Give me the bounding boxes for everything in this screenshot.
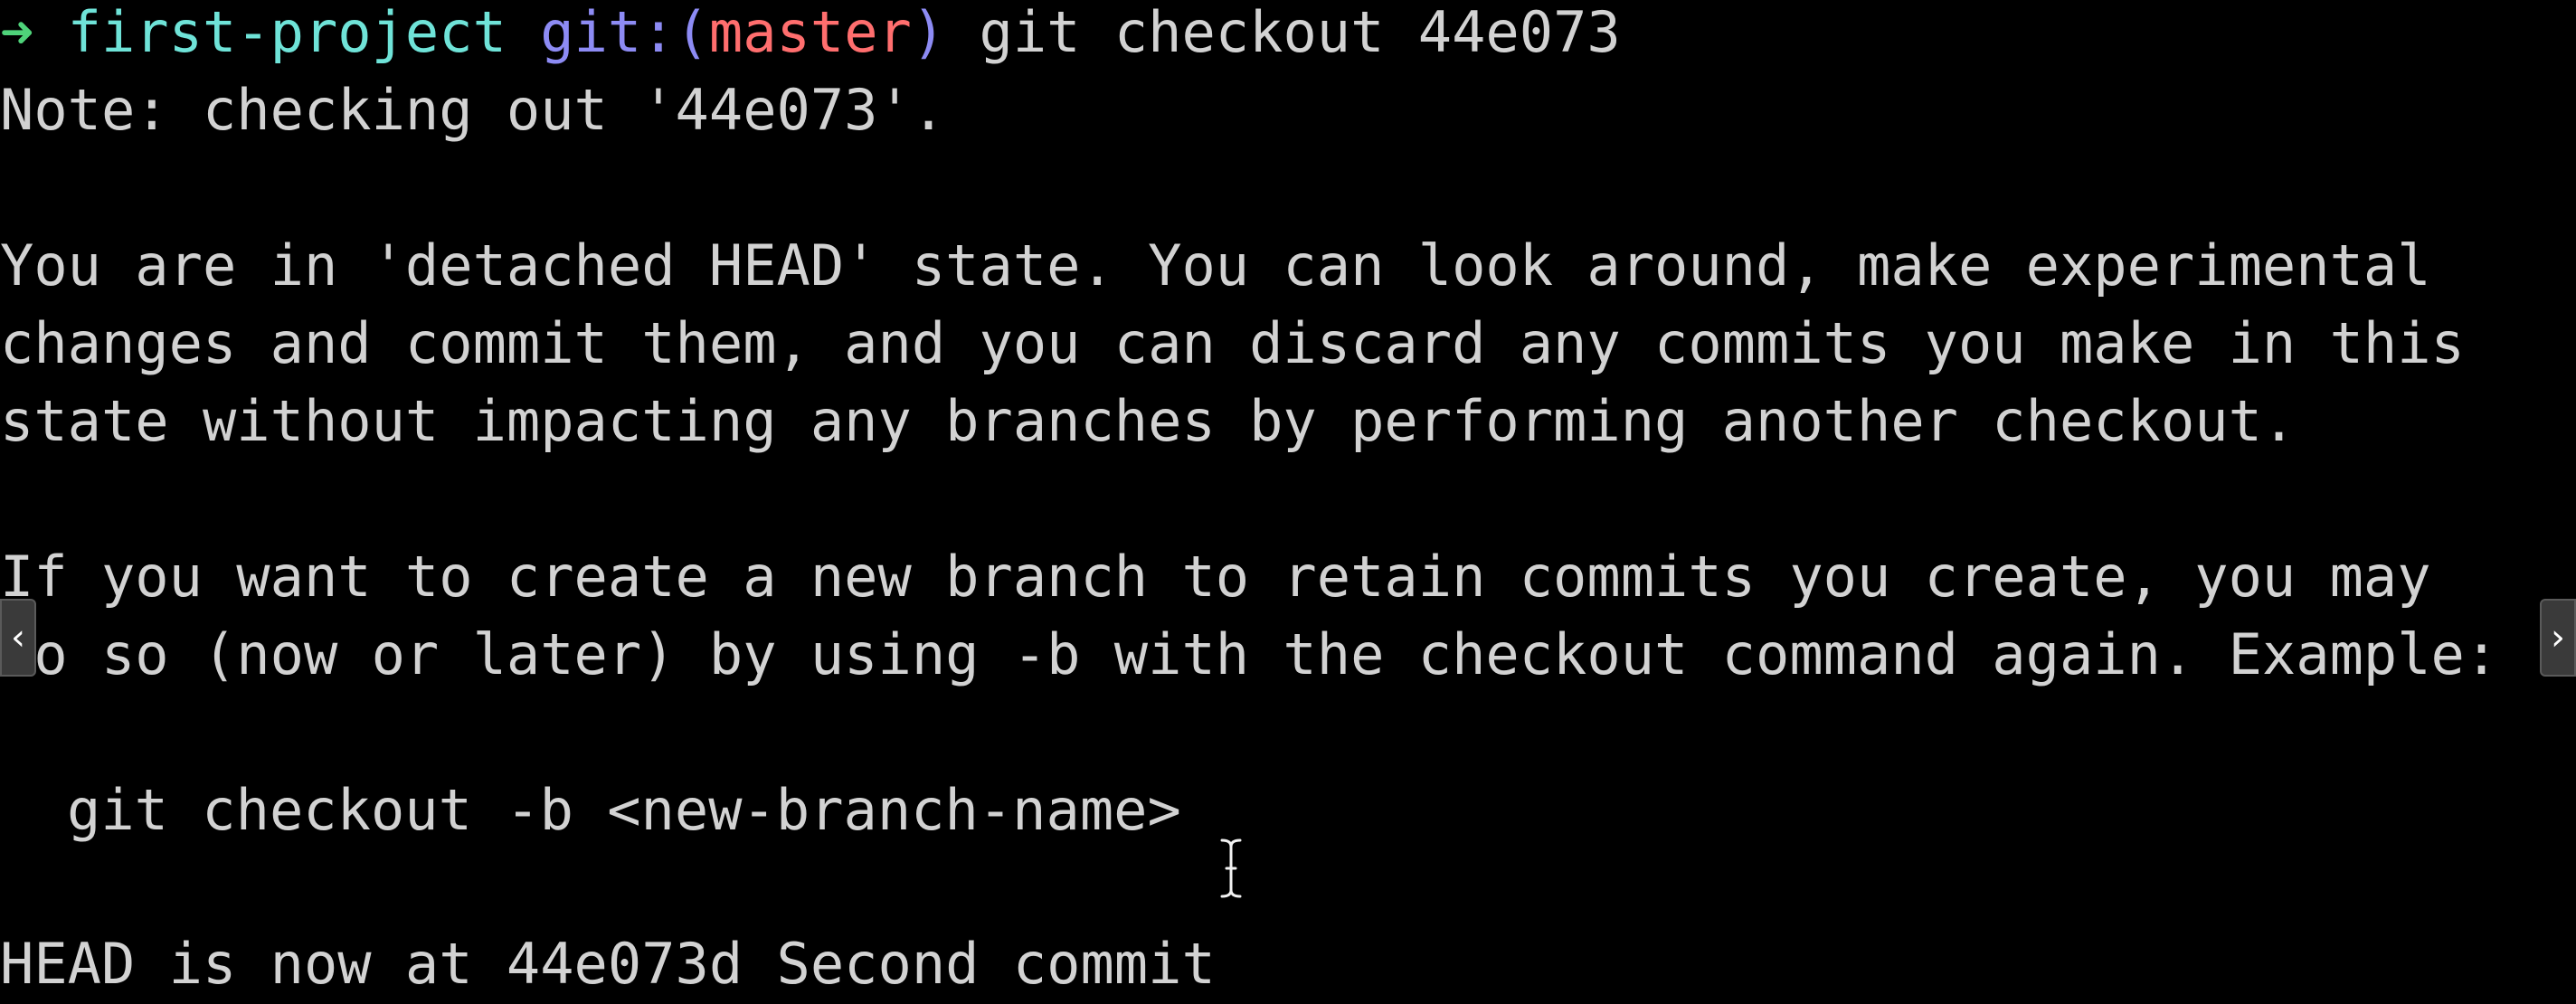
terminal-window[interactable]: ➜ first-project git:(master) git checkou…: [0, 0, 2576, 1004]
output-branch-hint-line-2: do so (now or later) by using -b with th…: [0, 621, 2499, 687]
output-note: Note: checking out '44e073'.: [0, 77, 946, 143]
output-detached-line-3: state without impacting any branches by …: [0, 388, 2297, 454]
output-example-command: git checkout -b <new-branch-name>: [67, 777, 1181, 843]
output-detached-line-1: You are in 'detached HEAD' state. You ca…: [0, 232, 2431, 298]
output-head-status: HEAD is now at 44e073d Second commit: [0, 931, 1216, 997]
output-branch-hint-line-1: If you want to create a new branch to re…: [0, 544, 2431, 610]
output-detached-line-2: changes and commit them, and you can dis…: [0, 310, 2465, 376]
text-cursor-icon: [1220, 838, 1242, 898]
prompt-command: git checkout 44e073: [979, 0, 1621, 65]
prompt-branch: master: [708, 0, 912, 65]
prompt-directory: first-project: [67, 0, 507, 65]
prompt-git-close: ): [911, 0, 946, 65]
chevron-right-icon[interactable]: ›: [2540, 599, 2576, 677]
arrow-right-icon: ➜: [0, 0, 34, 65]
prompt-line: ➜ first-project git:(master) git checkou…: [0, 0, 1621, 65]
chevron-left-icon[interactable]: ‹: [0, 599, 36, 677]
prompt-git-label: git:(: [540, 0, 709, 65]
